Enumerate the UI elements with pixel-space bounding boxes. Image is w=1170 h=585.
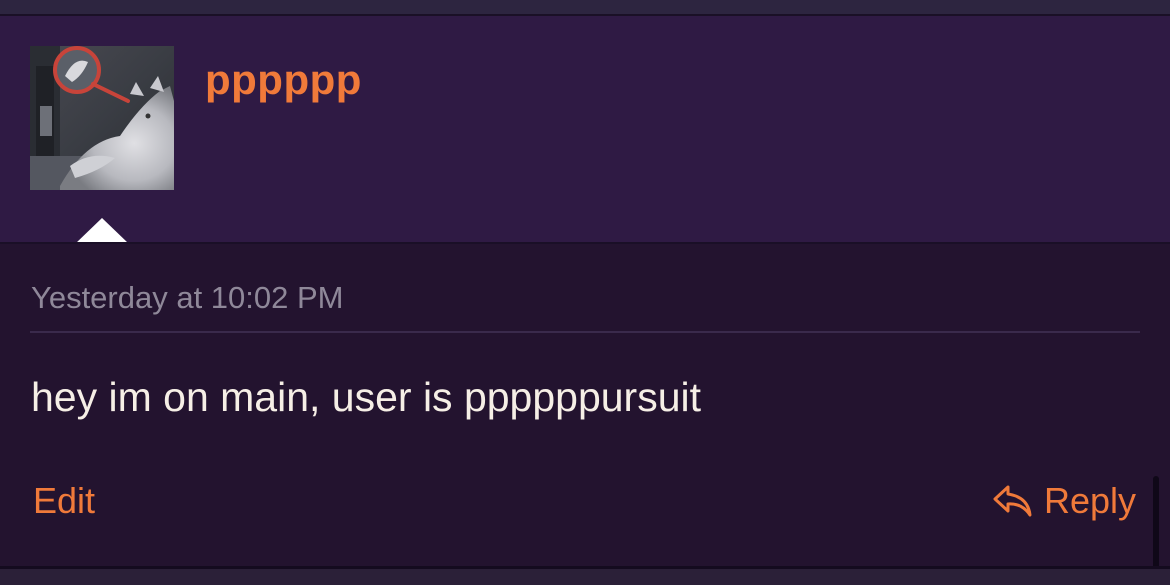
timestamp: Yesterday at 10:02 PM [31, 280, 344, 315]
avatar[interactable] [30, 46, 174, 190]
post-body: Yesterday at 10:02 PM hey im on main, us… [0, 244, 1170, 566]
bottom-strip [0, 569, 1170, 585]
reply-label: Reply [1043, 480, 1136, 521]
cat-avatar-image [30, 46, 174, 190]
scrollbar[interactable] [1153, 476, 1159, 576]
reply-button[interactable]: Reply [992, 480, 1136, 522]
speech-pointer [75, 218, 129, 244]
top-strip [0, 0, 1170, 16]
username[interactable]: pppppp [205, 56, 362, 104]
post-header: pppppp [0, 16, 1170, 242]
edit-button[interactable]: Edit [33, 480, 95, 522]
divider [30, 331, 1140, 333]
message-text: hey im on main, user is ppppppursuit [31, 374, 702, 420]
reply-arrow-icon [992, 483, 1034, 519]
